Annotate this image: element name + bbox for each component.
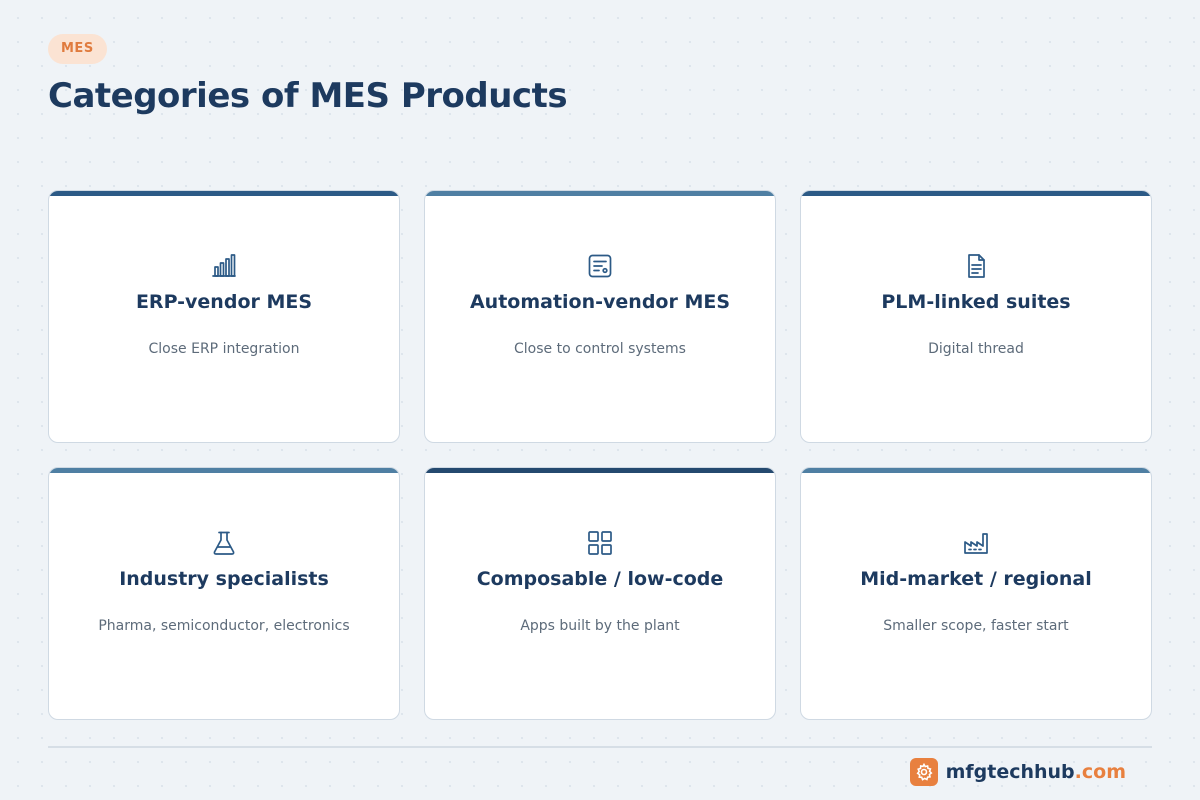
card-composable-low-code: Composable / low-code Apps built by the … — [424, 467, 776, 720]
card-accent-bar — [49, 191, 399, 196]
gear-icon — [909, 758, 938, 786]
brand-tld: .com — [1074, 761, 1126, 783]
card-mid-market-regional: Mid-market / regional Smaller scope, fas… — [800, 467, 1152, 720]
card-accent-bar — [49, 468, 399, 473]
card-title: PLM-linked suites — [881, 291, 1071, 313]
card-description: Pharma, semiconductor, electronics — [98, 618, 350, 634]
card-automation-vendor-mes: Automation-vendor MES Close to control s… — [424, 190, 776, 443]
card-accent-bar — [801, 191, 1151, 196]
card-description: Digital thread — [928, 341, 1024, 357]
card-title: Automation-vendor MES — [469, 291, 731, 313]
card-title: Industry specialists — [119, 568, 329, 590]
card-accent-bar — [801, 468, 1151, 473]
factory-icon — [963, 530, 989, 556]
card-industry-specialists: Industry specialists Pharma, semiconduct… — [48, 467, 400, 720]
footer-divider — [48, 746, 1152, 748]
card-plm-linked-suites: PLM-linked suites Digital thread — [800, 190, 1152, 443]
card-accent-bar — [425, 191, 775, 196]
card-description: Close to control systems — [514, 341, 686, 357]
card-description: Smaller scope, faster start — [883, 618, 1069, 634]
grid-icon — [587, 530, 613, 556]
card-description: Apps built by the plant — [520, 618, 680, 634]
card-description: Close ERP integration — [148, 341, 300, 357]
brand-name: mfgtechhub — [945, 761, 1075, 783]
list-card-icon — [587, 253, 613, 279]
flask-icon — [211, 530, 237, 556]
page-title: Categories of MES Products — [48, 76, 568, 116]
category-grid: ERP-vendor MES Close ERP integration Aut… — [48, 190, 1152, 720]
category-tag: MES — [48, 34, 107, 64]
card-title: Mid-market / regional — [860, 568, 1092, 590]
card-accent-bar — [425, 468, 775, 473]
card-title: Composable / low-code — [476, 568, 724, 590]
brand-logo[interactable]: mfgtechhub .com — [909, 758, 1126, 786]
card-title: ERP-vendor MES — [135, 291, 313, 313]
bar-chart-icon — [211, 253, 237, 279]
card-erp-vendor-mes: ERP-vendor MES Close ERP integration — [48, 190, 400, 443]
document-icon — [963, 253, 989, 279]
